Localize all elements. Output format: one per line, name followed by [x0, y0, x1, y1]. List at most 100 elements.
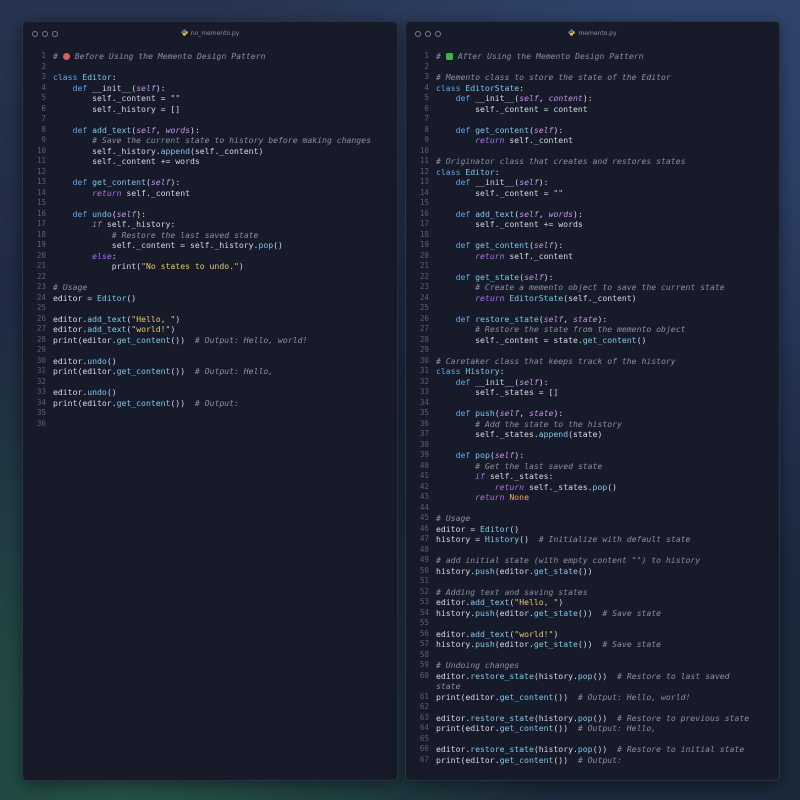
code-text: def restore_state(self, state): [436, 313, 608, 325]
code-area[interactable]: 1 # Before Using the Memento Design Patte… [23, 51, 397, 429]
line-number: 50 [419, 565, 429, 575]
line-number: 34 [36, 397, 46, 407]
code-token: # Usage [436, 513, 471, 523]
code-token: # Undoing changes [436, 660, 520, 670]
line-number: 56 [419, 628, 429, 638]
code-line: 36 [23, 419, 397, 430]
line-number: 7 [41, 114, 46, 123]
code-token: : [111, 72, 117, 82]
line-number: 37 [419, 429, 429, 438]
code-token: editor. [53, 313, 88, 324]
code-token: history = [436, 534, 485, 544]
line-number: 42 [419, 481, 429, 491]
code-text: return EditorState(self._content) [436, 292, 637, 304]
line-number: 36 [36, 418, 46, 428]
code-token: self [519, 177, 539, 187]
line-number: 11 [36, 156, 46, 165]
code-line: 28 print(editor.get_content()) # Output: … [23, 335, 397, 346]
code-line: 8 def add_text(self, words): [23, 125, 397, 136]
code-text: history.push(editor.get_state()) [436, 566, 593, 577]
code-token: # [436, 51, 446, 61]
code-token: get_content [499, 754, 554, 765]
code-line: 42 return self._states.pop() [406, 482, 779, 493]
code-token: : [499, 366, 505, 376]
code-token: def [455, 208, 476, 219]
code-token: "world!" [514, 628, 554, 639]
code-token: # add initial state (with empty content … [436, 555, 701, 565]
code-line: 64 print(editor.get_content()) # Output: … [406, 723, 779, 734]
code-token: def [455, 177, 476, 187]
code-line: 6 self._history = [] [23, 104, 397, 115]
code-token: self [499, 408, 520, 418]
title-bar: memento.py [406, 22, 779, 46]
code-line: 20 else: [23, 251, 397, 262]
code-token: self._content = content [436, 103, 588, 114]
code-token: ()) [592, 744, 618, 754]
code-token: self [533, 124, 554, 135]
code-token: return [475, 135, 505, 145]
code-token: ()) [170, 397, 195, 408]
code-token: # Save state [602, 639, 662, 649]
code-text: # Usage [53, 282, 87, 293]
code-token: self._history: [101, 219, 176, 229]
code-text: # Adding text and saving states [436, 587, 588, 598]
code-token: (self._content) [563, 292, 637, 303]
line-number: 54 [419, 607, 429, 617]
line-number: 49 [419, 555, 429, 564]
line-number: 18 [36, 229, 46, 239]
line-number: 24 [36, 292, 46, 302]
window-title: no_memento.py [23, 29, 397, 37]
code-token: get_content [475, 124, 529, 135]
line-number: 38 [419, 439, 429, 449]
line-number: 63 [419, 712, 429, 722]
code-token: print(editor. [53, 334, 117, 345]
code-text: self._content = "" [436, 188, 563, 199]
line-number: 9 [41, 135, 46, 144]
line-number: 28 [419, 334, 429, 344]
code-line: 30 # Caretaker class that keeps track of … [406, 356, 779, 367]
code-token: self._content += words [53, 156, 200, 166]
line-number: 16 [36, 208, 46, 218]
code-token: add_text [87, 324, 127, 334]
code-text: # After Using the Memento Design Pattern [436, 51, 644, 62]
code-token: self._content [504, 135, 573, 145]
code-token: add_text [470, 628, 510, 639]
code-line: 45 # Usage [406, 513, 779, 524]
code-text: # Restore the state from the memento obj… [436, 324, 685, 335]
code-line: 14 self._content = "" [406, 188, 779, 199]
code-token: self [494, 450, 515, 460]
code-token: get_state [475, 271, 520, 282]
line-number: 66 [419, 744, 429, 753]
code-text: print(editor.get_content()) # Output: He… [53, 335, 307, 346]
code-line: 4 class EditorState: [406, 83, 779, 94]
code-line: 8 def get_content(self): [406, 125, 779, 136]
code-token: state [436, 681, 461, 691]
code-line: 41 if self._states: [406, 471, 779, 482]
code-text: editor.add_text("world!") [53, 324, 175, 335]
line-number: 17 [419, 219, 429, 228]
code-line: 25 [406, 303, 779, 314]
code-token: restore_state [475, 313, 539, 324]
code-token: add_text [470, 597, 510, 607]
code-line: 13 def get_content(self): [23, 177, 397, 188]
line-number: 5 [41, 93, 46, 102]
code-token: undo [87, 355, 107, 366]
line-number: 19 [36, 240, 46, 249]
title-bar: no_memento.py [23, 22, 397, 46]
code-token: ()) [553, 723, 578, 733]
code-token: , [563, 313, 574, 324]
code-token: state [573, 313, 598, 324]
code-line: 13 def __init__(self): [406, 177, 779, 188]
code-line: 26 editor.add_text("Hello, ") [23, 314, 397, 325]
code-text: editor.undo() [53, 356, 117, 367]
code-token: pop [577, 712, 593, 723]
code-text: class EditorState: [436, 83, 524, 94]
code-line: 43 return None [406, 492, 779, 503]
line-number: 35 [419, 408, 429, 417]
code-token: add_text [475, 208, 515, 219]
code-area[interactable]: 1 # After Using the Memento Design Patter… [406, 51, 779, 765]
line-number: 65 [419, 733, 429, 743]
